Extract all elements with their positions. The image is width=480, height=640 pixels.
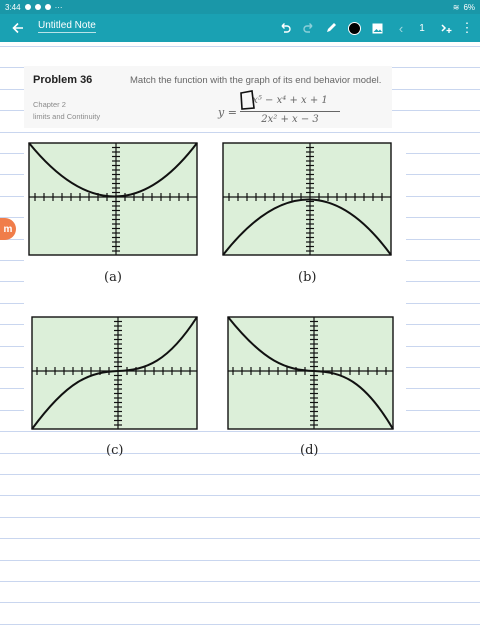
graph-b bbox=[222, 142, 392, 256]
graph-c bbox=[31, 316, 198, 430]
ruled-line bbox=[0, 602, 480, 603]
problem-title: Problem 36 bbox=[33, 74, 93, 86]
caption-b: (b) bbox=[298, 270, 317, 285]
ruled-line bbox=[0, 132, 480, 133]
formula-denominator: 2x² + x − 3 bbox=[261, 114, 319, 125]
ruled-line bbox=[0, 517, 480, 518]
more-notifications-icon: ··· bbox=[54, 2, 63, 12]
notification-icon bbox=[44, 4, 51, 10]
ruled-line bbox=[0, 624, 480, 625]
wifi-icon: ≋ bbox=[452, 2, 460, 12]
chapter-label: Chapter 2 bbox=[33, 100, 66, 109]
problem-text: Match the function with the graph of its… bbox=[130, 75, 382, 86]
fraction-bar bbox=[240, 111, 340, 112]
notification-icon bbox=[34, 4, 41, 10]
status-bar: 3:44 ··· ≋ 6% bbox=[0, 0, 480, 14]
note-title-field[interactable]: Untitled Note bbox=[38, 20, 96, 33]
next-page-add-icon[interactable] bbox=[438, 14, 454, 42]
battery-text: 6% bbox=[463, 2, 475, 12]
graph-a bbox=[28, 142, 198, 256]
ruled-line bbox=[0, 474, 480, 475]
graph-d bbox=[227, 316, 394, 430]
redo-icon[interactable] bbox=[300, 14, 318, 42]
pen-icon[interactable] bbox=[322, 14, 340, 42]
app-toolbar: Untitled Note ‹ 1 ⋮ bbox=[0, 14, 480, 42]
page-number: 1 bbox=[419, 22, 425, 34]
ruled-line bbox=[0, 560, 480, 561]
notification-icon bbox=[24, 4, 31, 10]
ruled-line bbox=[0, 581, 480, 582]
back-arrow-icon[interactable] bbox=[8, 14, 28, 42]
image-icon[interactable] bbox=[368, 14, 386, 42]
ruled-line bbox=[0, 495, 480, 496]
caption-a: (a) bbox=[104, 270, 122, 285]
ruled-line bbox=[0, 538, 480, 539]
undo-icon[interactable] bbox=[276, 14, 294, 42]
ruled-line bbox=[0, 453, 480, 454]
overflow-menu-icon[interactable]: ⋮ bbox=[460, 14, 474, 42]
formula-lhs: y = bbox=[218, 106, 237, 119]
status-time: 3:44 bbox=[5, 2, 21, 12]
section-label: limits and Continuity bbox=[33, 112, 101, 121]
caption-d: (d) bbox=[300, 443, 319, 458]
caption-c: (c) bbox=[106, 443, 124, 458]
function-formula: y = x⁵ − x⁴ + x + 1 2x² + x − 3 bbox=[218, 90, 340, 129]
handwritten-box-annotation bbox=[240, 90, 255, 110]
ruled-line bbox=[0, 46, 480, 47]
color-picker-icon[interactable] bbox=[345, 14, 363, 42]
previous-page-icon[interactable]: ‹ bbox=[394, 14, 408, 42]
